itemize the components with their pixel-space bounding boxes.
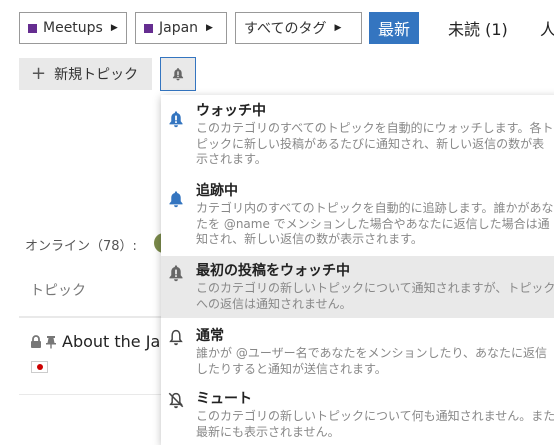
topic-title[interactable]: About the Ja bbox=[62, 332, 160, 351]
caret-right-icon: ▶ bbox=[110, 23, 118, 33]
menu-item-title: ミュート bbox=[196, 391, 252, 407]
menu-item-watching[interactable]: ウォッチ中 このカテゴリのすべてのトピックを自動的にウォッチします。各トピックに… bbox=[161, 102, 554, 177]
menu-item-regular[interactable]: 通常 誰かが @ユーザー名であなたをメンションしたり、あなたに返信したりすると通… bbox=[161, 327, 554, 382]
menu-item-title: 最初の投稿をウォッチ中 bbox=[196, 263, 350, 279]
menu-item-tracking[interactable]: 追跡中 カテゴリ内のすべてのトピックを自動的に追跡します。誰かがあなたを @na… bbox=[161, 182, 554, 257]
new-topic-label: 新規トピック bbox=[54, 67, 139, 83]
menu-item-description: 誰かが @ユーザー名であなたをメンションしたり、あなたに返信したりすると通知が送… bbox=[196, 346, 547, 376]
online-users-label: オンライン（78）: bbox=[25, 239, 137, 254]
bell-outline-icon bbox=[169, 329, 183, 346]
category-color-swatch bbox=[28, 23, 37, 33]
menu-item-title: 追跡中 bbox=[196, 183, 238, 199]
menu-item-watching-first-post[interactable]: 最初の投稿をウォッチ中 このカテゴリの新しいトピックについて通知されますが、トピ… bbox=[161, 256, 554, 318]
menu-item-title: ウォッチ中 bbox=[196, 103, 266, 119]
divider bbox=[19, 316, 161, 318]
menu-item-muted[interactable]: ミュート このカテゴリの新しいトピックについて何も通知されません。また最新にも表… bbox=[161, 390, 554, 445]
japan-flag-icon bbox=[31, 361, 48, 373]
bell-exclamation-icon bbox=[169, 265, 183, 282]
menu-item-title: 通常 bbox=[196, 328, 224, 344]
menu-item-description: このカテゴリの新しいトピックについて通知されますが、トピックへの返信は通知されま… bbox=[196, 281, 554, 311]
nav-latest-tab[interactable]: 最新 bbox=[369, 12, 420, 44]
topic-column-header[interactable]: トピック bbox=[30, 280, 86, 300]
pin-icon bbox=[46, 335, 56, 348]
bell-icon bbox=[169, 191, 183, 208]
bell-slash-icon bbox=[168, 392, 184, 409]
caret-right-icon: ▶ bbox=[334, 23, 342, 33]
plus-icon: + bbox=[31, 63, 47, 84]
menu-item-description: このカテゴリの新しいトピックについて何も通知されません。また最新にも表示されませ… bbox=[196, 409, 554, 439]
new-topic-button[interactable]: + 新規トピック bbox=[19, 58, 152, 90]
bell-exclamation-icon bbox=[169, 111, 183, 128]
subcategory-color-swatch bbox=[144, 23, 153, 33]
caret-right-icon: ▶ bbox=[206, 23, 213, 33]
nav-unread-tab[interactable]: 未読 (1) bbox=[439, 12, 517, 44]
divider bbox=[19, 394, 161, 395]
breadcrumb-subcategory-label: Japan bbox=[159, 20, 199, 36]
notification-level-menu: ウォッチ中 このカテゴリのすべてのトピックを自動的にウォッチします。各トピックに… bbox=[161, 95, 554, 445]
notification-level-button[interactable] bbox=[160, 57, 196, 91]
breadcrumb-category[interactable]: Meetups ▶ bbox=[19, 12, 127, 44]
breadcrumb-category-label: Meetups bbox=[43, 20, 103, 36]
breadcrumb-tags-label: すべてのタグ bbox=[244, 21, 327, 37]
menu-item-description: カテゴリ内のすべてのトピックを自動的に追跡します。誰かがあなたを @name で… bbox=[196, 201, 554, 246]
menu-item-description: このカテゴリのすべてのトピックを自動的にウォッチします。各トピックに新しい投稿が… bbox=[196, 121, 554, 166]
nav-more-tab[interactable]: 人 bbox=[532, 12, 554, 44]
lock-icon bbox=[31, 334, 41, 348]
table-row[interactable]: About the Ja bbox=[30, 332, 160, 351]
bell-exclamation-icon bbox=[172, 68, 184, 81]
breadcrumb-subcategory[interactable]: Japan ▶ bbox=[135, 12, 227, 44]
breadcrumb-tags[interactable]: すべてのタグ ▶ bbox=[235, 12, 362, 44]
